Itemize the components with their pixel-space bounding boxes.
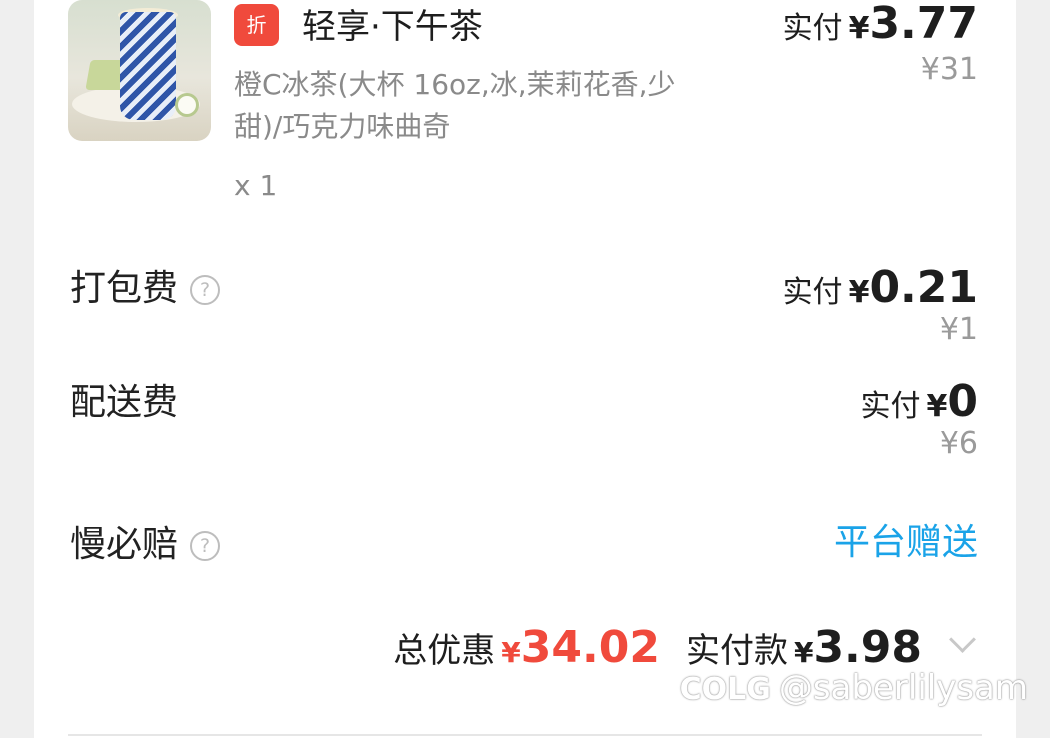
total-paid-amount: 3.98 [813, 622, 922, 673]
discount-badge: 折 [234, 4, 279, 46]
help-icon[interactable]: ? [190, 531, 221, 561]
pay-label: 实付 [782, 275, 843, 310]
watermark-handle: @saberlilysam [778, 668, 1028, 708]
total-paid-label: 实付款 [685, 631, 788, 671]
flower-graphic [178, 96, 196, 114]
currency-symbol: ¥ [926, 389, 948, 424]
watermark: COLG @saberlilysam [680, 668, 1028, 708]
pay-amount: 0.21 [869, 262, 978, 313]
late-compensation-label: 慢必赔 [70, 524, 179, 565]
currency-symbol: ¥ [501, 636, 521, 669]
platform-gift-text: 平台赠送 [833, 522, 978, 563]
divider [68, 734, 982, 736]
delivery-fee-original-price: ¥6 [939, 426, 978, 461]
product-original-price: ¥31 [920, 52, 978, 87]
product-pay-price: 实付 ¥3.77 [783, 0, 978, 49]
pay-label: 实付 [782, 11, 843, 46]
pay-label: 实付 [860, 389, 921, 424]
help-icon[interactable]: ? [190, 275, 221, 305]
pay-amount: 0 [947, 376, 978, 427]
currency-symbol: ¥ [793, 636, 814, 669]
packing-fee-row: 打包费? [70, 264, 221, 314]
delivery-fee-pay-price: 实付 ¥0 [861, 376, 979, 427]
packing-fee-original-price: ¥1 [939, 312, 978, 347]
watermark-logo: COLG [679, 672, 771, 707]
delivery-fee-label: 配送费 [70, 382, 179, 423]
product-image[interactable] [68, 0, 211, 141]
total-discount-label: 总优惠 [393, 631, 496, 671]
product-spec: 橙C冰茶(大杯 16oz,冰,茉莉花香,少甜)/巧克力味曲奇 [234, 68, 676, 143]
product-quantity: x 1 [234, 169, 278, 202]
packing-fee-pay-price: 实付 ¥0.21 [783, 262, 978, 313]
total-discount-amount: 34.02 [520, 622, 660, 673]
currency-symbol: ¥ [848, 11, 870, 46]
late-compensation-row: 慢必赔? [70, 520, 221, 570]
cup-graphic [120, 12, 176, 120]
product-name[interactable]: 轻享·下午茶 [302, 2, 483, 52]
pay-amount: 3.77 [869, 0, 978, 49]
currency-symbol: ¥ [848, 275, 870, 310]
packing-fee-label: 打包费 [70, 268, 179, 309]
